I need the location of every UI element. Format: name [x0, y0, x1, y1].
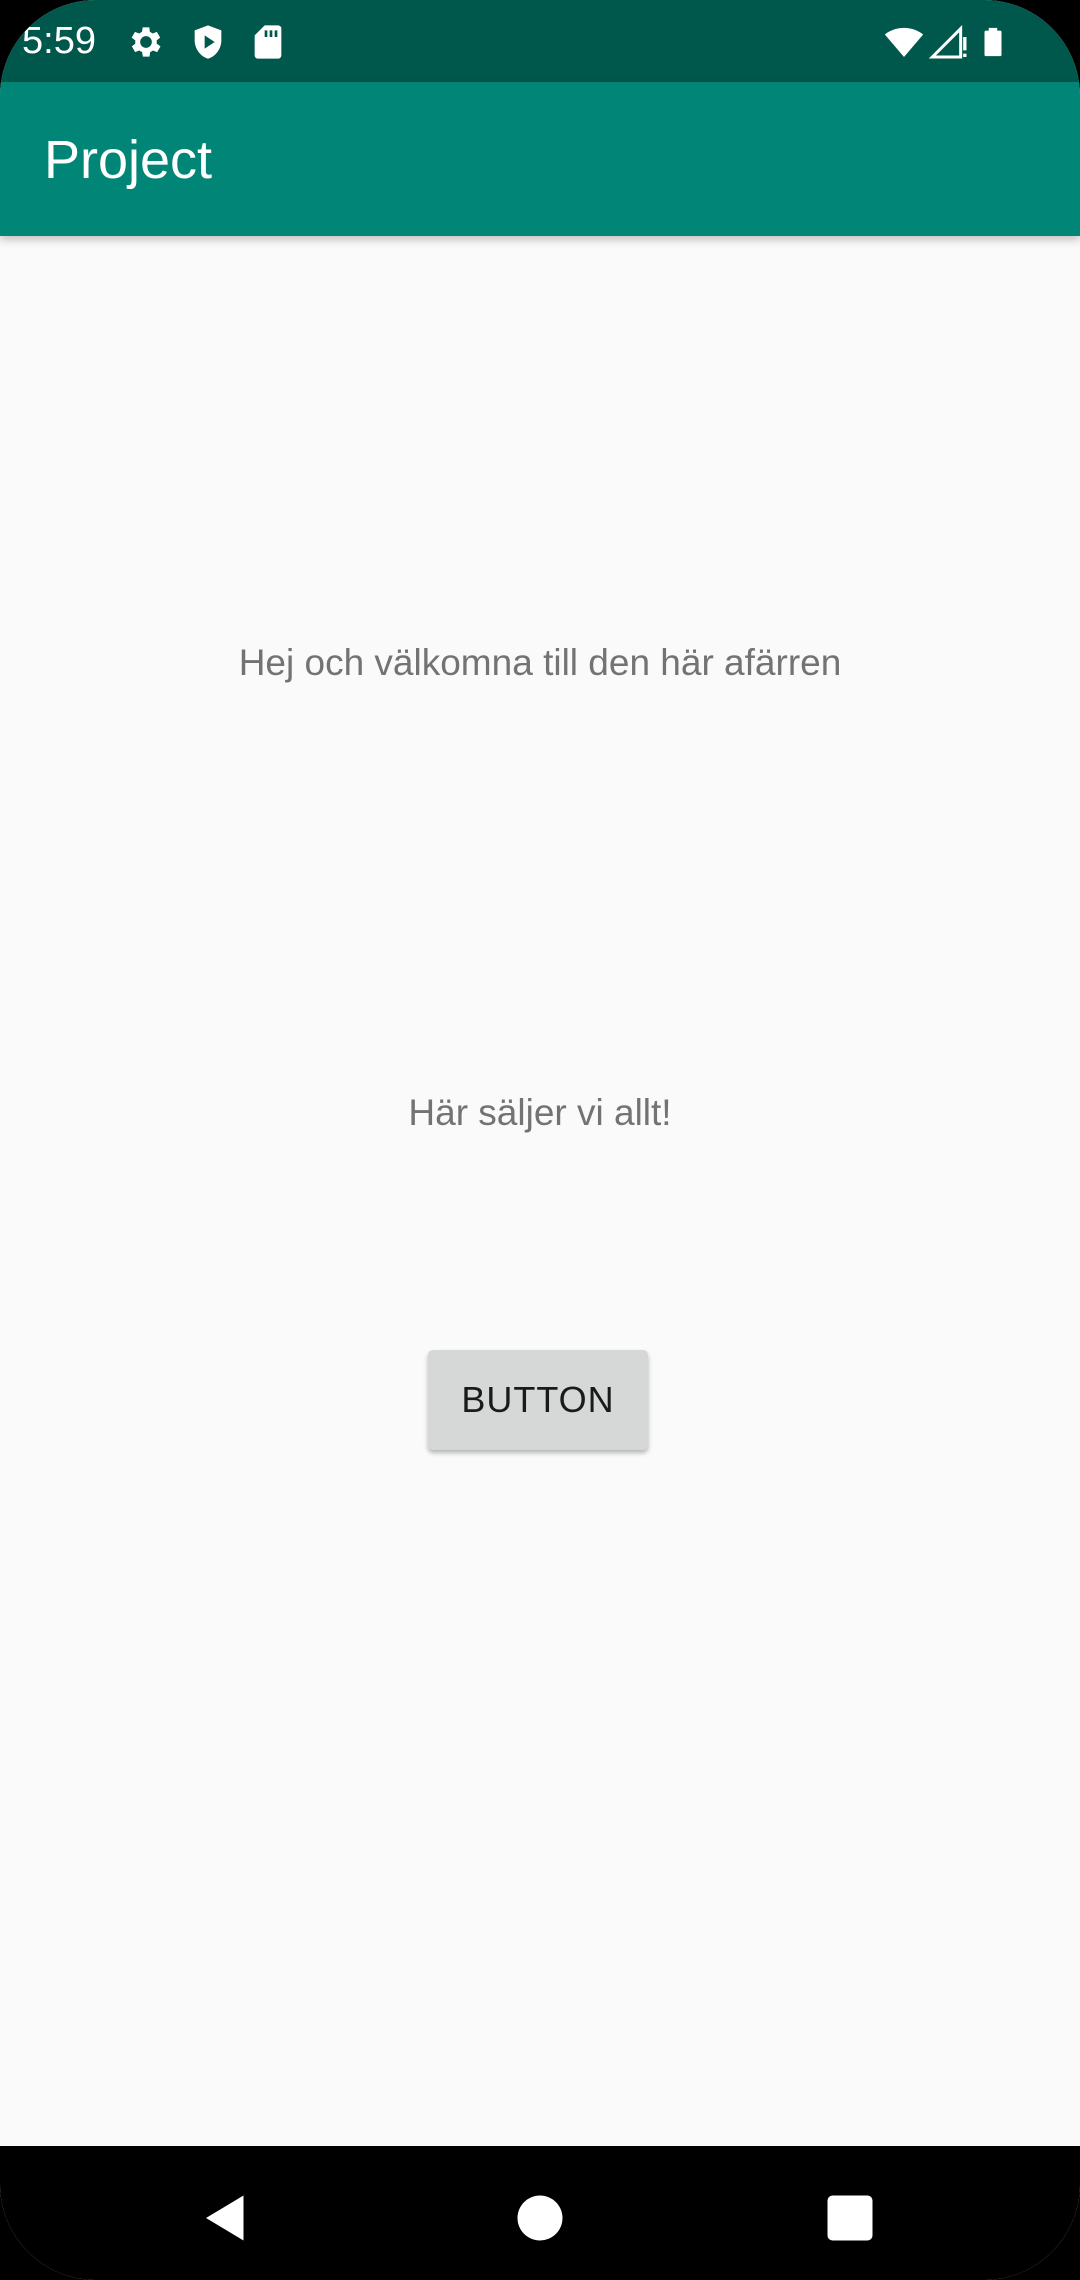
- phone-screen: 5:59 Project Hej och välkomna till den h…: [0, 0, 1080, 2280]
- gear-icon: [126, 22, 166, 62]
- app-title: Project: [44, 130, 213, 190]
- battery-icon: [976, 22, 1010, 62]
- sd-card-icon: [248, 22, 288, 62]
- main-button[interactable]: BUTTON: [428, 1350, 648, 1450]
- home-icon[interactable]: [510, 2188, 570, 2248]
- navigation-bar: [0, 2146, 1080, 2280]
- app-bar: Project: [0, 82, 1080, 236]
- back-icon[interactable]: [196, 2188, 256, 2248]
- welcome-text: Hej och välkomna till den här afärren: [238, 642, 842, 683]
- main-content: Hej och välkomna till den här afärren Hä…: [0, 236, 1080, 2146]
- status-time: 5:59: [22, 20, 96, 62]
- tagline-text: Här säljer vi allt!: [408, 1092, 672, 1133]
- wifi-icon: [882, 22, 926, 62]
- recents-icon[interactable]: [820, 2188, 880, 2248]
- shield-play-icon: [188, 22, 228, 62]
- cell-signal-icon: [928, 22, 970, 62]
- status-bar: 5:59: [0, 0, 1080, 82]
